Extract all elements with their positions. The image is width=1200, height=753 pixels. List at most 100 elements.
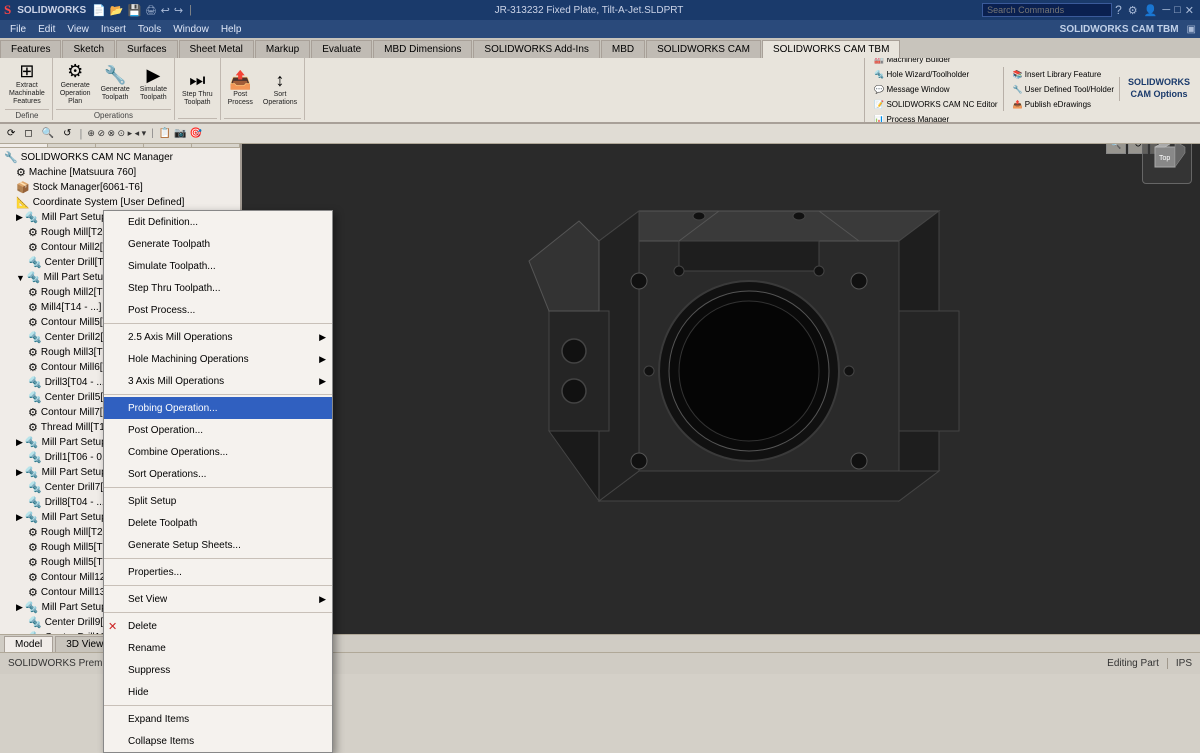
qt-btn-6[interactable]: 📷 [174, 128, 186, 139]
btn-simulate[interactable]: ▶ SimulateToolpath [136, 62, 171, 106]
menu-view[interactable]: View [61, 23, 95, 36]
section-post-label [224, 118, 302, 120]
cm-properties[interactable]: Properties... [104, 561, 332, 583]
gen-op-label: GenerateOperationPlan [60, 82, 91, 105]
btn-tool-holder[interactable]: 🔧 User Defined Tool/Holder [1008, 82, 1119, 96]
qt-btn-5[interactable]: 📋 [159, 128, 171, 139]
setup5-icon: 🔩 [25, 511, 39, 524]
tab-sw-cam-tbm[interactable]: SOLIDWORKS CAM TBM [762, 40, 901, 58]
tab-surfaces[interactable]: Surfaces [116, 40, 177, 58]
centerdrill1-icon: 🔩 [28, 256, 42, 269]
step-label: Step ThruToolpath [182, 91, 213, 106]
print-btn[interactable]: 🖨 [145, 5, 156, 16]
help-icon[interactable]: ? [1115, 3, 1122, 17]
qt-btn-3[interactable]: 🔍 [39, 127, 57, 140]
tree-item-cam-manager[interactable]: 🔧 SOLIDWORKS CAM NC Manager [0, 150, 240, 165]
cm-3-axis[interactable]: 3 Axis Mill Operations ▶ [104, 370, 332, 392]
cm-expand-items[interactable]: Expand Items [104, 708, 332, 730]
btn-message-window[interactable]: 💬 Message Window [869, 82, 1002, 96]
menu-insert[interactable]: Insert [95, 23, 132, 36]
drill3-icon: 🔩 [28, 376, 42, 389]
btn-hole-wizard[interactable]: 🔩 Hole Wizard/Toolholder [869, 67, 1002, 81]
sw-logo: S [4, 2, 11, 18]
btn-sort[interactable]: ↕ SortOperations [259, 66, 301, 110]
save-btn[interactable]: 💾 [128, 4, 142, 17]
cm-rename[interactable]: Rename [104, 637, 332, 659]
qt-btn-1[interactable]: ⟳ [4, 127, 18, 140]
contour6-icon: ⚙ [28, 361, 38, 374]
user-icon[interactable]: 👤 [1144, 4, 1158, 17]
tab-mbd[interactable]: MBD [601, 40, 645, 58]
section-post: 📤 PostProcess ↕ SortOperations [221, 58, 306, 120]
tab-mbd-dimensions[interactable]: MBD Dimensions [373, 40, 472, 58]
cm-step-thru-toolpath[interactable]: Step Thru Toolpath... [104, 277, 332, 299]
menu-tools[interactable]: Tools [132, 23, 167, 36]
cm-delete-toolpath[interactable]: Delete Toolpath [104, 512, 332, 534]
sep1: | [189, 4, 192, 16]
cm-suppress[interactable]: Suppress [104, 659, 332, 681]
undo-btn[interactable]: ↩ [161, 4, 170, 17]
tab-sheet-metal[interactable]: Sheet Metal [179, 40, 254, 58]
cm-2-5-axis[interactable]: 2.5 Axis Mill Operations ▶ [104, 326, 332, 348]
cm-post-operation[interactable]: Post Operation... [104, 419, 332, 441]
viewport-3d[interactable]: 🔍 ↻ ✥ Top X Y Z [242, 126, 1200, 636]
cm-delete[interactable]: ✕ Delete [104, 615, 332, 637]
qt-btn-7[interactable]: 🎯 [190, 128, 202, 139]
tree-item-machine[interactable]: ⚙ Machine [Matsuura 760] [0, 165, 240, 180]
btn-nc-editor[interactable]: 📝 SOLIDWORKS CAM NC Editor [869, 97, 1002, 111]
cm-generate-toolpath[interactable]: Generate Toolpath [104, 233, 332, 255]
cm-post-process[interactable]: Post Process... [104, 299, 332, 321]
stock-icon: 📦 [16, 181, 30, 194]
btn-generate-toolpath[interactable]: 🔧 GenerateToolpath [97, 62, 134, 106]
btn-process-manager[interactable]: 📊 Process Manager [869, 112, 1002, 124]
new-btn[interactable]: 📄 [92, 4, 106, 17]
cm-simulate-toolpath[interactable]: Simulate Toolpath... [104, 255, 332, 277]
tab-sw-addins[interactable]: SOLIDWORKS Add-Ins [473, 40, 599, 58]
cm-generate-setup-sheets[interactable]: Generate Setup Sheets... [104, 534, 332, 556]
tab-features[interactable]: Features [0, 40, 61, 58]
redo-btn[interactable]: ↪ [174, 4, 183, 17]
cm-collapse-items[interactable]: Collapse Items [104, 730, 332, 752]
search-input[interactable] [982, 3, 1112, 17]
cm-set-view[interactable]: Set View ▶ [104, 588, 332, 610]
qt-btn-2[interactable]: ◻ [21, 127, 35, 140]
stock-label: Stock Manager[6061-T6] [33, 182, 143, 193]
menubar: File Edit View Insert Tools Window Help … [0, 20, 1200, 38]
extract-icon: ⊞ [19, 61, 34, 82]
qt-btn-4[interactable]: ↺ [60, 127, 74, 140]
cm-combine-operations[interactable]: Combine Operations... [104, 441, 332, 463]
menu-edit[interactable]: Edit [32, 23, 61, 36]
cm-probing-operation[interactable]: Probing Operation... [104, 397, 332, 419]
tab-sw-cam[interactable]: SOLIDWORKS CAM [646, 40, 761, 58]
btn-publish-edrawings[interactable]: 📤 Publish eDrawings [1008, 97, 1119, 111]
btn-step-thru[interactable]: ⏭ Step ThruToolpath [178, 66, 217, 110]
close-btn[interactable]: ✕ [1185, 4, 1194, 17]
settings-icon[interactable]: ⚙ [1128, 4, 1138, 17]
app-layout: S SOLIDWORKS 📄 📂 💾 🖨 ↩ ↪ | JR-313232 Fix… [0, 0, 1200, 674]
cm-hide[interactable]: Hide [104, 681, 332, 703]
menu-window[interactable]: Window [167, 23, 215, 36]
qt-sep: | [80, 128, 83, 140]
cm-edit-definition[interactable]: Edit Definition... [104, 211, 332, 233]
cm-split-setup[interactable]: Split Setup [104, 490, 332, 512]
tab-evaluate[interactable]: Evaluate [311, 40, 372, 58]
btn-insert-library[interactable]: 📚 Insert Library Feature [1008, 67, 1119, 81]
cm-sep7 [104, 705, 332, 706]
tree-item-stock[interactable]: 📦 Stock Manager[6061-T6] [0, 180, 240, 195]
menu-file[interactable]: File [4, 23, 32, 36]
open-btn[interactable]: 📂 [110, 4, 124, 17]
menu-help[interactable]: Help [215, 23, 248, 36]
cm-sort-operations[interactable]: Sort Operations... [104, 463, 332, 485]
cm-hole-machining[interactable]: Hole Machining Operations ▶ [104, 348, 332, 370]
tab-sketch[interactable]: Sketch [62, 40, 115, 58]
minimize-btn[interactable]: ─ [1162, 4, 1170, 16]
tab-markup[interactable]: Markup [255, 40, 310, 58]
btn-extract[interactable]: ⊞ ExtractMachinableFeatures [5, 62, 49, 106]
restore-btn[interactable]: □ [1174, 4, 1181, 16]
contour13-icon: ⚙ [28, 586, 38, 599]
btn-generate-op[interactable]: ⚙ GenerateOperationPlan [56, 62, 95, 106]
drill8-label: Drill8[T04 - ...] [45, 497, 108, 508]
tree-item-coord[interactable]: 📐 Coordinate System [User Defined] [0, 195, 240, 210]
btn-post[interactable]: 📤 PostProcess [224, 66, 257, 110]
bottom-tab-model[interactable]: Model [4, 636, 53, 652]
